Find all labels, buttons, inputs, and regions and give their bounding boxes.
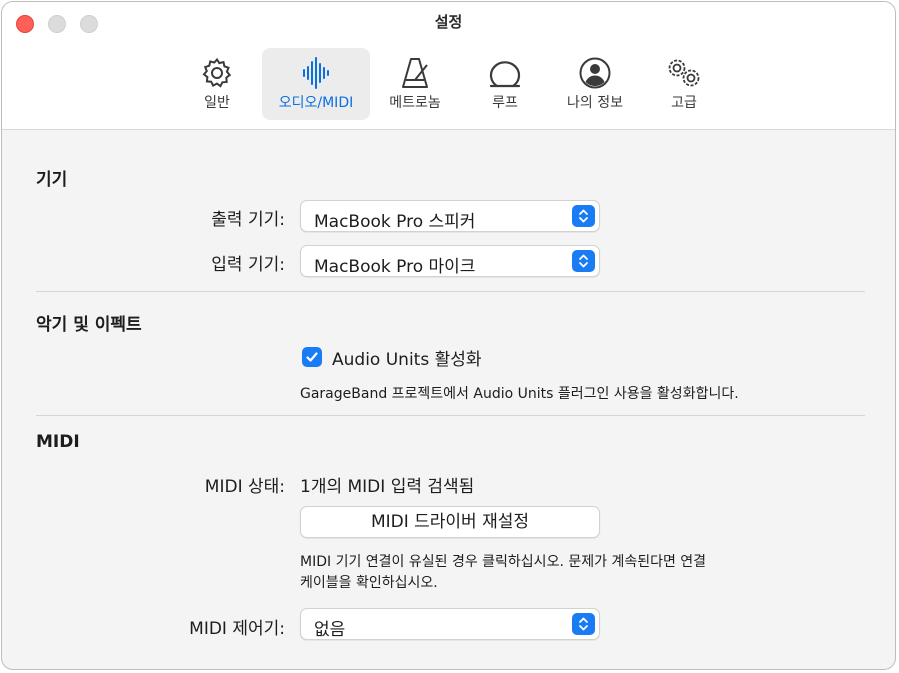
waveform-icon (303, 57, 329, 89)
section-title-midi: MIDI (36, 432, 80, 452)
popup-stepper (572, 205, 595, 227)
tab-my-info[interactable]: 나의 정보 (555, 48, 635, 120)
audio-units-label[interactable]: Audio Units 활성화 (332, 345, 482, 370)
midi-controller-popup[interactable]: 없음 (300, 608, 600, 640)
tab-loops[interactable]: 루프 (465, 48, 545, 120)
midi-status-label: MIDI 상태: (204, 477, 285, 497)
reset-midi-drivers-button[interactable]: MIDI 드라이버 재설정 (300, 506, 600, 538)
settings-window: 설정 일반 오디오/MIDI 메트로놈 루프 나의 정보 고급 기기 출력 기기… (1, 1, 896, 670)
checkmark-icon (306, 352, 318, 362)
tab-advanced[interactable]: 고급 (644, 48, 724, 120)
tab-general[interactable]: 일반 (177, 48, 257, 120)
popup-stepper (572, 250, 595, 272)
popup-value: 없음 (314, 620, 346, 640)
input-device-label: 입력 기기: (211, 255, 285, 275)
gear-icon (202, 57, 232, 88)
person-circle-icon (579, 57, 611, 89)
toolbar: 설정 일반 오디오/MIDI 메트로놈 루프 나의 정보 고급 (2, 2, 895, 130)
midi-status-value: 1개의 MIDI 입력 검색됨 (300, 477, 475, 497)
popup-value: MacBook Pro 스피커 (314, 212, 476, 232)
popup-stepper (572, 613, 595, 635)
up-down-chevron-icon (579, 254, 588, 268)
metronome-icon (402, 58, 428, 88)
up-down-chevron-icon (579, 617, 588, 631)
tab-label: 고급 (671, 95, 697, 111)
tab-metronome[interactable]: 메트로놈 (375, 48, 455, 120)
section-title-instruments: 악기 및 이펙트 (36, 315, 142, 335)
tab-audio-midi[interactable]: 오디오/MIDI (262, 48, 370, 120)
popup-value: MacBook Pro 마이크 (314, 257, 476, 277)
tab-label: 메트로놈 (389, 95, 441, 111)
midi-help-line-2: 케이블을 확인하십시오. (300, 575, 438, 591)
window-title: 설정 (434, 13, 463, 31)
gears-icon (668, 59, 700, 87)
up-down-chevron-icon (579, 209, 588, 223)
section-title-devices: 기기 (36, 170, 68, 190)
tab-label: 오디오/MIDI (278, 95, 354, 111)
audio-units-help: GarageBand 프로젝트에서 Audio Units 플러그인 사용을 활… (300, 386, 739, 402)
tab-label: 나의 정보 (567, 95, 623, 111)
loop-icon (489, 61, 521, 88)
audio-units-checkbox[interactable] (302, 347, 322, 367)
tab-label: 루프 (492, 95, 518, 111)
output-device-label: 출력 기기: (211, 210, 285, 230)
divider (36, 415, 865, 416)
input-device-popup[interactable]: MacBook Pro 마이크 (300, 245, 600, 277)
midi-controller-label: MIDI 제어기: (189, 619, 285, 639)
midi-help-line-1: MIDI 기기 연결이 유실된 경우 클릭하십시오. 문제가 계속된다면 연결 (300, 554, 707, 570)
tab-label: 일반 (204, 95, 230, 111)
divider (36, 291, 865, 292)
output-device-popup[interactable]: MacBook Pro 스피커 (300, 200, 600, 232)
